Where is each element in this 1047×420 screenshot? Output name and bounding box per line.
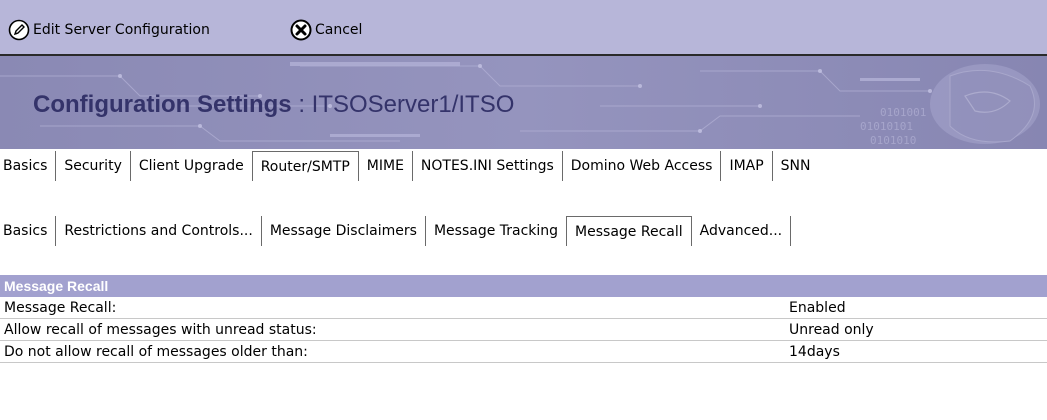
field-value: 14days [789,344,840,360]
tab-domino-web-access[interactable]: Domino Web Access [563,151,722,181]
field-row-allow-recall-unread: Allow recall of messages with unread sta… [0,319,1047,341]
tab-label: Client Upgrade [138,158,244,174]
tab-label: Domino Web Access [570,158,713,174]
subtab-message-disclaimers[interactable]: Message Disclaimers [262,216,426,246]
subtab-message-recall[interactable]: Message Recall [566,216,692,246]
tab-snmp[interactable]: SNN [773,151,819,181]
field-value: Unread only [789,322,874,338]
tab-label: SNN [780,158,811,174]
tab-mime[interactable]: MIME [359,151,413,181]
subtab-advanced[interactable]: Advanced... [692,216,792,246]
page-title-separator: : [291,91,312,118]
subtab-label: Message Recall [575,223,683,240]
tab-label: MIME [366,158,404,174]
x-circle-icon [290,19,312,41]
tab-router-smtp[interactable]: Router/SMTP [251,151,359,181]
subtab-basics[interactable]: Basics [0,216,57,246]
page-title-main: Configuration Settings [33,91,292,118]
server-name: ITSOServer1/ITSO [311,91,515,118]
main-tab-bar: Basics Security Client Upgrade Router/SM… [0,151,819,181]
subtab-label: Message Tracking [433,223,559,239]
subtab-label: Basics [3,223,48,239]
section-header-message-recall: Message Recall [0,275,1047,297]
cancel-button[interactable]: Cancel [290,18,362,42]
field-value: Enabled [789,300,846,316]
svg-text:0101001: 0101001 [880,106,926,119]
page-title: Configuration Settings : ITSOServer1/ITS… [33,91,514,119]
action-bar: Edit Server Configuration Cancel [0,0,1047,56]
tab-label: Basics [3,158,48,174]
configuration-banner: 0101001 01010101 0101010 Configuration S… [0,56,1047,149]
tab-label: IMAP [729,158,764,174]
tab-label: Security [64,158,122,174]
field-row-message-recall: Message Recall: Enabled [0,297,1047,319]
subtab-label: Advanced... [699,223,783,239]
tab-label: Router/SMTP [260,158,350,175]
tab-imap[interactable]: IMAP [721,151,773,181]
svg-text:01010101: 01010101 [860,120,913,133]
field-label: Message Recall: [4,300,117,316]
subtab-message-tracking[interactable]: Message Tracking [426,216,568,246]
tab-security[interactable]: Security [56,151,131,181]
sub-tab-bar: Basics Restrictions and Controls... Mess… [0,216,792,246]
svg-text:0101010: 0101010 [870,134,916,147]
edit-server-configuration-label: Edit Server Configuration [33,22,210,38]
cancel-label: Cancel [315,22,363,38]
edit-server-configuration-button[interactable]: Edit Server Configuration [8,18,210,42]
tab-notes-ini-settings[interactable]: NOTES.INI Settings [413,151,563,181]
pencil-icon [8,19,30,41]
tab-client-upgrade[interactable]: Client Upgrade [131,151,253,181]
field-label: Allow recall of messages with unread sta… [4,322,317,338]
field-label: Do not allow recall of messages older th… [4,344,308,360]
subtab-label: Restrictions and Controls... [64,223,253,239]
tab-basics[interactable]: Basics [0,151,57,181]
field-row-recall-age-limit: Do not allow recall of messages older th… [0,341,1047,363]
subtab-restrictions-and-controls[interactable]: Restrictions and Controls... [56,216,262,246]
subtab-label: Message Disclaimers [269,223,417,239]
tab-label: NOTES.INI Settings [420,158,554,174]
